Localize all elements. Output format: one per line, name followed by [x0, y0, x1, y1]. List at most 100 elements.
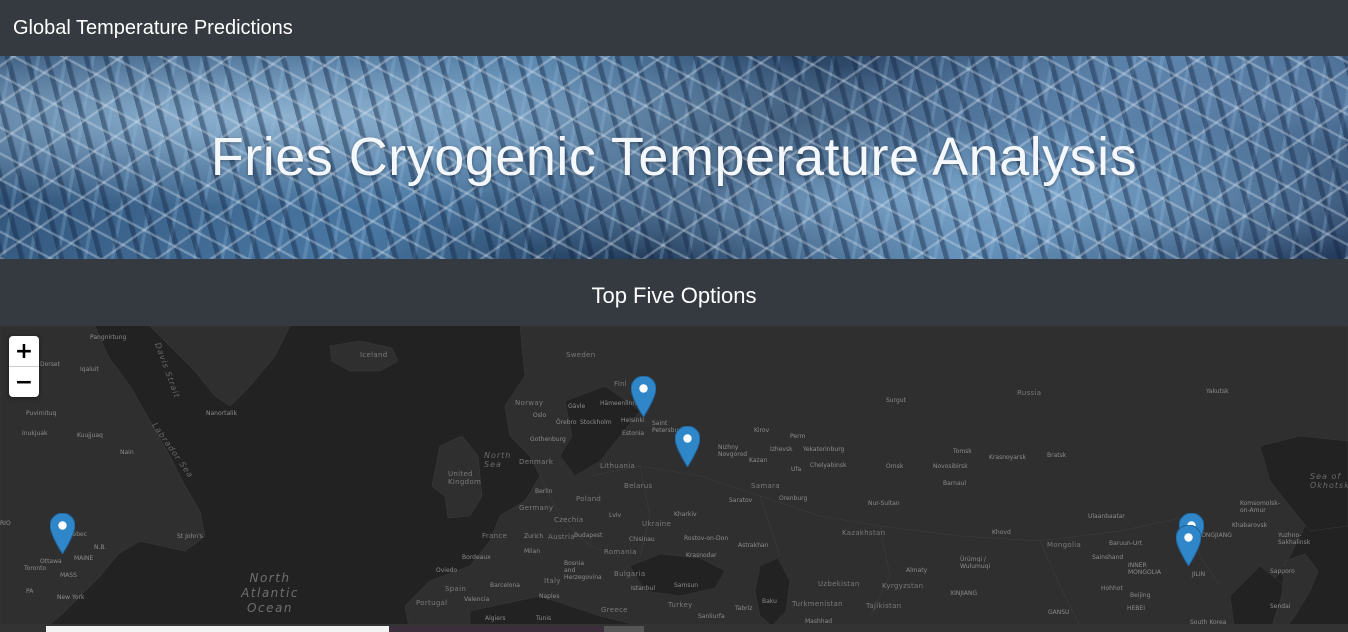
map-label-bosnia: Bosnia and Herzegovina	[564, 560, 602, 581]
map-label-zurich: Zurich	[524, 533, 544, 540]
map-label-bratsk: Bratsk	[1047, 452, 1067, 459]
map-label-estonia: Estonia	[622, 430, 645, 437]
map-label-novosibirsk: Novosibirsk	[933, 463, 968, 470]
map-label-dorset: Dorset	[40, 361, 60, 368]
map-label-france: France	[482, 532, 508, 540]
map-label-kyrgyzstan: Kyrgyzstan	[882, 582, 924, 590]
map-label-chelyabinsk: Chelyabinsk	[810, 462, 847, 469]
map-label-ukraine: Ukraine	[642, 520, 672, 528]
map-label-nur-sultan: Nur-Sultan	[868, 500, 900, 507]
map-label-ulaanbaatar: Ulaanbaatar	[1088, 513, 1125, 520]
map-label-sweden: Sweden	[566, 351, 596, 359]
map-label-orenburg: Orenburg	[779, 495, 808, 502]
map-label-oviedo: Oviedo	[436, 567, 458, 574]
zoom-out-button[interactable]: −	[9, 366, 39, 397]
zoom-control: + −	[9, 336, 39, 397]
map-label-hebei: HEBEI	[1127, 605, 1145, 612]
map-label-astrakhan: Astrakhan	[738, 542, 769, 549]
map[interactable]: Iceland Sweden Finl Norway Oslo Gävle Hä…	[0, 326, 1348, 632]
map-label-north-sea: North Sea	[484, 451, 512, 469]
map-label-baruun-urt: Baruun-Urt	[1109, 540, 1143, 547]
map-label-stockholm: Stockholm	[580, 419, 612, 426]
map-label-rostov: Rostov-on-Don	[684, 535, 729, 542]
map-label-greece: Greece	[601, 606, 628, 614]
map-label-bordeaux: Bordeaux	[462, 554, 491, 561]
map-label-krasnodar: Krasnodar	[686, 552, 717, 559]
map-label-kirov: Kirov	[754, 427, 770, 434]
map-label-tajikistan: Tajikistan	[866, 602, 902, 610]
map-label-turkey: Turkey	[668, 601, 693, 609]
map-label-gavle: Gävle	[568, 403, 586, 410]
map-label-omsk: Omsk	[886, 463, 904, 470]
map-label-mass: MASS	[60, 572, 77, 579]
map-label-finland: Finl	[614, 380, 628, 388]
map-label-rio: RIO	[0, 520, 11, 527]
zoom-in-button[interactable]: +	[9, 336, 39, 366]
map-label-tomsk: Tomsk	[953, 448, 972, 455]
map-label-nb: N.B.	[94, 544, 107, 551]
hero-title: Fries Cryogenic Temperature Analysis	[210, 127, 1138, 187]
map-label-naples: Naples	[539, 593, 560, 600]
map-label-izhevsk: Izhevsk	[770, 446, 793, 453]
map-label-lithuania: Lithuania	[600, 462, 636, 470]
map-label-ufa: Ufa	[791, 466, 802, 473]
map-label-barnaul: Barnaul	[943, 480, 967, 487]
navbar-brand[interactable]: Global Temperature Predictions	[13, 17, 293, 40]
map-label-helsinki: Helsinki	[621, 417, 645, 424]
map-label-sanliurfa: Sanliurfa	[698, 613, 725, 620]
map-label-istanbul: Istanbul	[631, 585, 656, 592]
map-label-oslo: Oslo	[533, 412, 547, 419]
map-label-yuzhno: Yuzhno-Sakhalinsk	[1278, 532, 1311, 546]
map-label-bulgaria: Bulgaria	[614, 570, 646, 578]
map-label-nain: Nain	[120, 449, 134, 456]
map-label-spain: Spain	[445, 585, 467, 593]
map-label-inukjuak: Inukjuak	[22, 430, 48, 437]
map-label-sainshand: Sainshand	[1092, 554, 1124, 561]
map-label-kazakhstan: Kazakhstan	[842, 529, 886, 537]
map-label-hohhot: Hohhot	[1101, 585, 1123, 592]
map-label-xinjiang: XINJIANG	[950, 590, 978, 597]
map-label-poland: Poland	[576, 495, 602, 503]
map-label-khovd: Khovd	[992, 529, 1011, 536]
map-label-czechia: Czechia	[554, 516, 584, 524]
preview-panel-light	[46, 626, 389, 632]
map-label-krasnoyarsk: Krasnoyarsk	[989, 454, 1026, 461]
map-label-samsun: Samsun	[674, 582, 699, 589]
navbar: Global Temperature Predictions	[0, 0, 1348, 56]
preview-panel-image	[389, 626, 604, 632]
map-label-almaty: Almaty	[906, 567, 928, 574]
map-pin-icon	[49, 512, 76, 555]
map-label-yakutsk: Yakutsk	[1206, 388, 1229, 395]
map-label-sendai: Sendai	[1270, 603, 1291, 610]
map-label-tunis: Tunis	[536, 615, 552, 622]
section-heading: Top Five Options	[591, 282, 757, 308]
landmass-eurasia	[404, 326, 1348, 632]
map-label-puvirnituq: Puvirnituq	[26, 410, 57, 417]
map-marker-jilin[interactable]	[1175, 524, 1202, 567]
map-label-italy: Italy	[544, 577, 561, 585]
map-marker-finland[interactable]	[630, 375, 657, 418]
map-label-united-kingdom: United Kingdom	[448, 470, 482, 486]
map-label-pa: PA	[26, 588, 34, 595]
map-label-kazan: Kazan	[749, 457, 768, 464]
map-label-norway: Norway	[515, 399, 544, 407]
map-label-khabarovsk: Khabarovsk	[1232, 522, 1268, 529]
map-label-saratov: Saratov	[729, 497, 753, 504]
map-label-surgut: Surgut	[886, 397, 906, 404]
map-label-germany: Germany	[519, 504, 554, 512]
map-label-uzbekistan: Uzbekistan	[818, 580, 860, 588]
map-label-kharkiv: Kharkiv	[674, 511, 697, 518]
map-label-samara: Samara	[751, 482, 780, 490]
preview-panel-gray	[604, 626, 644, 632]
map-label-new-york: New York	[57, 594, 85, 601]
map-label-north-atlantic: North Atlantic Ocean	[241, 571, 299, 615]
map-label-stjohns: St John's	[177, 533, 203, 540]
map-label-gansu: GANSU	[1048, 609, 1070, 616]
map-pin-icon	[674, 425, 701, 468]
next-section-preview	[0, 624, 1348, 632]
map-marker-moscow-region[interactable]	[674, 425, 701, 468]
map-marker-quebec[interactable]	[49, 512, 76, 555]
map-label-austria: Austria	[548, 533, 575, 541]
map-label-barcelona: Barcelona	[490, 582, 520, 589]
map-label-tabriz: Tabriz	[735, 605, 753, 612]
